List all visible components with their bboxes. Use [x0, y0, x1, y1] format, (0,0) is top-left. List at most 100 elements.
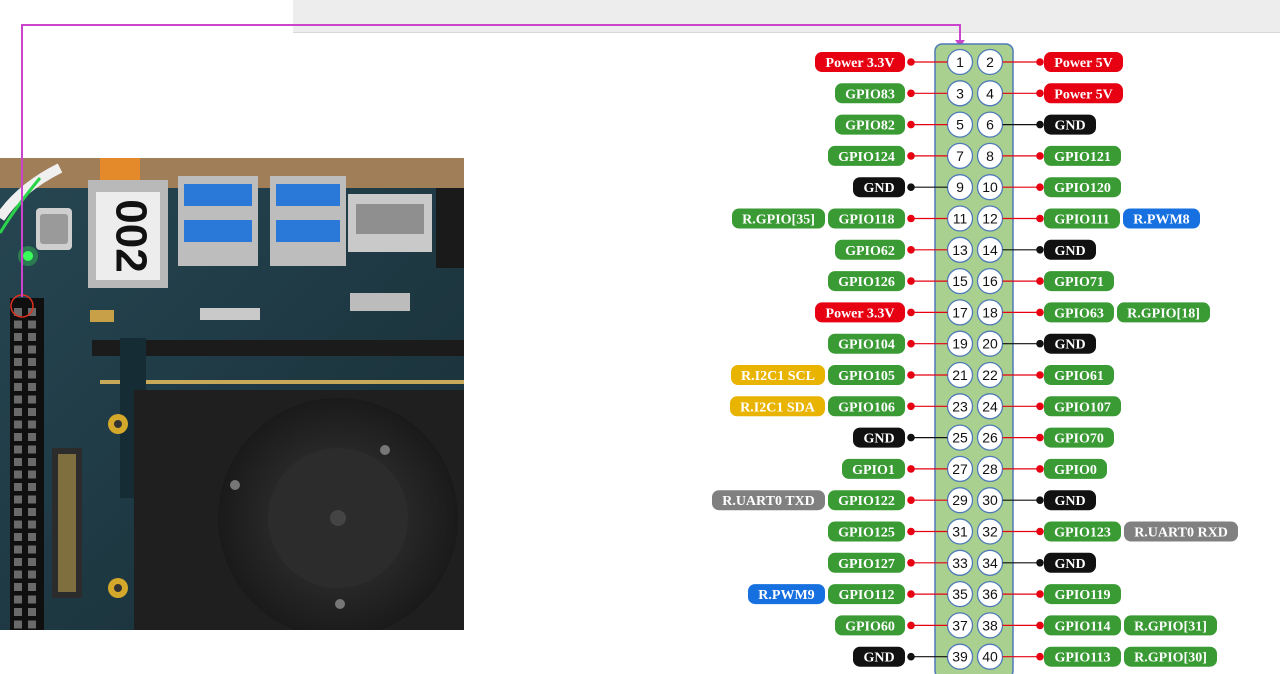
pin-label: GND: [1054, 557, 1085, 572]
pin-row: 19 20 GPIO104 GND: [828, 330, 1096, 357]
pin-dot: [907, 371, 915, 379]
pin-number: 30: [982, 492, 998, 508]
pin-row: 25 26 GND GPIO70: [853, 424, 1114, 451]
pin-dot: [1036, 621, 1044, 630]
pin-dot: [1036, 89, 1044, 98]
pin-dot: [1036, 152, 1044, 160]
pin-number: 3: [956, 85, 964, 101]
pin-label: Power 3.3V: [826, 306, 895, 321]
pin-number: 6: [986, 117, 994, 133]
pin-dot: [907, 183, 915, 191]
pin-dot: [907, 308, 915, 317]
pin-label: GPIO104: [838, 338, 895, 353]
pin-dot: [1036, 559, 1044, 567]
pin-number: 13: [952, 242, 968, 258]
pin-number: 39: [952, 649, 968, 665]
pin-number: 12: [982, 211, 998, 227]
pin-dot: [1036, 433, 1044, 442]
pin-row: 5 6 GPIO82 GND: [835, 111, 1096, 138]
pin-label: GPIO113: [1054, 651, 1110, 666]
pin-number: 19: [952, 336, 968, 352]
pin-number: 25: [952, 430, 968, 446]
pin-label: GPIO119: [1054, 588, 1110, 603]
pin-number: 26: [982, 430, 998, 446]
pin-dot: [907, 277, 915, 285]
pin-label: GPIO111: [1054, 213, 1109, 228]
pin-row: 21 22 GPIO105 R.I2C1 SCL GPIO61: [731, 361, 1114, 389]
pin-dot: [907, 152, 915, 160]
pin-row: 9 10 GND GPIO120: [853, 174, 1121, 201]
pin-row: 29 30 GPIO122 R.UART0 TXD GND: [712, 487, 1096, 514]
pin-dot: [907, 58, 915, 66]
pin-number: 10: [982, 179, 998, 195]
pin-label: GND: [863, 181, 894, 196]
pin-label: GPIO126: [838, 275, 895, 290]
pin-number: 40: [982, 649, 998, 665]
pin-number: 8: [986, 148, 994, 164]
pin-dot: [907, 621, 915, 630]
pin-dot: [907, 559, 915, 567]
pin-dot: [1036, 590, 1044, 598]
header-body: [934, 43, 1014, 674]
pin-label: GPIO60: [845, 619, 895, 634]
pin-dot: [907, 89, 915, 98]
pin-label: R.I2C1 SCL: [741, 369, 815, 384]
pin-dot: [1036, 339, 1044, 348]
pin-dot: [1036, 58, 1044, 66]
pin-number: 27: [952, 461, 968, 477]
pin-number: 7: [956, 148, 964, 164]
pin-label: Power 5V: [1054, 87, 1112, 102]
pin-number: 15: [952, 273, 968, 289]
pin-label: Power 5V: [1054, 56, 1112, 71]
pin-dot: [907, 590, 915, 598]
pinout-diagram: 1 2Power 3.3V Power 5V3 4GPIO83 Power 5V5 6GP…: [21, 24, 1238, 674]
pin-number: 1: [956, 54, 964, 70]
pin-label: R.GPIO[18]: [1127, 306, 1200, 321]
pin-dot: [907, 246, 915, 254]
pin-dot: [907, 402, 915, 411]
pin-label: GPIO106: [838, 400, 895, 415]
pin-label: GPIO71: [1054, 275, 1104, 290]
pin-label: GPIO118: [838, 213, 894, 228]
pin-dot: [1036, 308, 1044, 317]
pin-number: 34: [982, 555, 998, 571]
pin-number: 5: [956, 117, 964, 133]
pin-label: R.GPIO[30]: [1134, 651, 1207, 666]
pin-label: GPIO82: [845, 119, 895, 134]
pin-number: 24: [982, 398, 998, 414]
pin-number: 32: [982, 524, 998, 540]
pin-label: GPIO124: [838, 150, 895, 165]
pin-dot: [1036, 496, 1044, 505]
pin-label: GPIO120: [1054, 181, 1111, 196]
pin-label: GPIO70: [1054, 432, 1104, 447]
pin-label: GPIO0: [1054, 463, 1097, 478]
pin-dot: [907, 496, 915, 505]
pin-number: 9: [956, 179, 964, 195]
pin-label: GPIO107: [1054, 400, 1111, 415]
pin-dot: [1036, 527, 1044, 536]
pin-label: GPIO61: [1054, 369, 1104, 384]
pin-label: GPIO112: [838, 588, 894, 603]
pin-dot: [1036, 371, 1044, 379]
pin-number: 22: [982, 367, 998, 383]
pin-label: R.PWM9: [758, 588, 814, 603]
pin-label: GPIO125: [838, 526, 895, 541]
pin-dot: [1036, 183, 1044, 191]
pin-dot: [1036, 214, 1044, 223]
pin-number: 17: [952, 304, 968, 320]
pin-label: GPIO83: [845, 87, 895, 102]
pin-label: GND: [1054, 244, 1085, 259]
pin-label: GND: [1054, 119, 1085, 134]
pin-label: GPIO62: [845, 244, 895, 259]
pin-number: 31: [952, 524, 968, 540]
pin-label: GND: [863, 432, 894, 447]
pin-dot: [907, 465, 915, 473]
pin-number: 4: [986, 85, 994, 101]
pin-label: R.I2C1 SDA: [740, 400, 816, 415]
pin-dot: [907, 214, 915, 223]
pin-number: 14: [982, 242, 998, 258]
pin-dot: [907, 433, 915, 442]
pin-number: 18: [982, 304, 998, 320]
pin-dot: [907, 652, 915, 661]
pin-label: R.PWM8: [1133, 213, 1189, 228]
